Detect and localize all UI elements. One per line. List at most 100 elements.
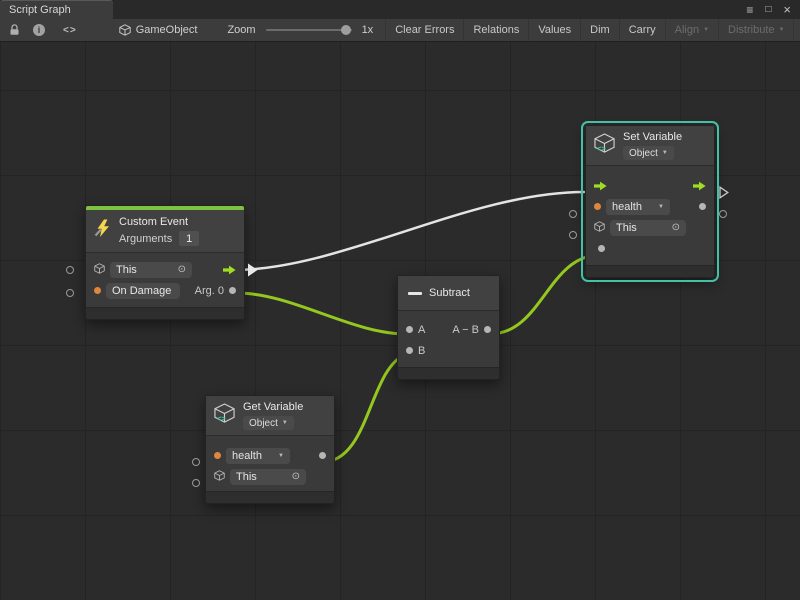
values-button[interactable]: Values: [528, 19, 580, 41]
port-ring-customevent-target[interactable]: [66, 266, 74, 274]
object-picker-icon[interactable]: ⊙: [292, 472, 300, 482]
zoom-slider-handle[interactable]: [341, 25, 351, 35]
target-object-field[interactable]: This ⊙: [610, 220, 686, 236]
input-b-port[interactable]: [406, 347, 413, 354]
port-ring-getvariable-target[interactable]: [192, 479, 200, 487]
window-menu-icon[interactable]: ≡: [746, 4, 753, 16]
output-label: A − B: [452, 324, 479, 336]
object-picker-icon[interactable]: ⊙: [672, 223, 680, 233]
relations-button[interactable]: Relations: [463, 19, 528, 41]
variable-name-dropdown[interactable]: health ▼: [226, 448, 290, 464]
svg-text:<>: <>: [217, 414, 226, 423]
carry-button[interactable]: Carry: [619, 19, 665, 41]
port-ring-getvariable-name[interactable]: [192, 458, 200, 466]
subtract-row-a: A A − B: [398, 319, 499, 340]
lock-icon[interactable]: [9, 24, 20, 36]
arg0-output-port[interactable]: [229, 287, 236, 294]
svg-text:<>: <>: [597, 144, 606, 153]
gameobject-label: GameObject: [136, 24, 198, 36]
tab-title: Script Graph: [9, 4, 71, 16]
set-variable-header[interactable]: <> Set Variable Object ▼: [586, 126, 714, 166]
window-controls: ≡ □ ×: [746, 0, 800, 19]
target-port-row: This ⊙: [586, 217, 714, 238]
value-output-port[interactable]: [319, 452, 326, 459]
graph-canvas[interactable]: Custom Event Arguments 1 This ⊙: [0, 42, 800, 600]
info-icon[interactable]: i: [33, 24, 45, 36]
subtract-row-b: B: [398, 340, 499, 361]
node-subtract[interactable]: Subtract A A − B B: [397, 275, 500, 380]
flow-out-indicator-icon[interactable]: [719, 186, 729, 199]
node-footer: [206, 491, 334, 503]
tab-script-graph[interactable]: Script Graph: [0, 0, 113, 19]
port-ring-setvariable-output[interactable]: [719, 210, 727, 218]
event-name-field[interactable]: On Damage: [106, 283, 180, 299]
graph-toolbar: i <> GameObject Zoom 1x Clear Errors Rel…: [0, 19, 800, 42]
output-port[interactable]: [484, 326, 491, 333]
variable-scope-dropdown[interactable]: Object ▼: [623, 146, 674, 160]
variable-name-row: health ▼: [206, 445, 334, 466]
value-wire-arg0-to-a[interactable]: [237, 293, 406, 334]
node-custom-event[interactable]: Custom Event Arguments 1 This ⊙: [85, 205, 245, 320]
overview-button[interactable]: Overv: [793, 19, 800, 41]
flow-wire-arrow-icon: [248, 263, 258, 277]
flow-out-arrow-icon[interactable]: [693, 181, 706, 191]
subtract-header[interactable]: Subtract: [398, 276, 499, 311]
gameobject-icon: [119, 24, 131, 36]
target-port-row: This ⊙: [206, 466, 334, 487]
value-wire-subtract-to-setvariable[interactable]: [490, 255, 600, 334]
caret-down-icon: ▼: [662, 150, 668, 156]
node-title: Subtract: [429, 287, 470, 299]
close-icon[interactable]: ×: [783, 3, 791, 16]
gameobject-cube-icon: [214, 470, 225, 484]
variable-name-row: health ▼: [586, 196, 714, 217]
flow-in-arrow-icon[interactable]: [594, 181, 607, 191]
port-ring-customevent-name[interactable]: [66, 289, 74, 297]
value-output-port[interactable]: [699, 203, 706, 210]
target-object-field[interactable]: This ⊙: [110, 262, 192, 278]
flow-port-row: [586, 175, 714, 196]
caret-down-icon: ▼: [278, 453, 284, 459]
event-name-input-port[interactable]: [94, 287, 101, 294]
get-variable-header[interactable]: <> Get Variable Object ▼: [206, 396, 334, 436]
subtract-icon: [408, 292, 422, 295]
zoom-value: 1x: [362, 24, 374, 36]
node-title: Get Variable: [243, 401, 303, 413]
input-a-label: A: [418, 324, 425, 336]
gameobject-cube-icon: [94, 263, 105, 277]
align-button[interactable]: Align▼: [665, 19, 718, 41]
zoom-slider[interactable]: [266, 29, 352, 31]
arguments-label: Arguments: [119, 233, 172, 245]
input-a-port[interactable]: [406, 326, 413, 333]
gameobject-cube-icon: [594, 221, 605, 235]
node-set-variable[interactable]: <> Set Variable Object ▼: [585, 125, 715, 278]
target-object-field[interactable]: This ⊙: [230, 469, 306, 485]
value-input-port[interactable]: [598, 245, 605, 252]
node-title: Set Variable: [623, 131, 682, 143]
distribute-button[interactable]: Distribute▼: [718, 19, 793, 41]
edit-graph-icon[interactable]: <>: [63, 25, 77, 36]
event-name-port-row: On Damage Arg. 0: [86, 280, 244, 301]
variable-cube-icon: <>: [593, 133, 616, 159]
arg0-label: Arg. 0: [195, 285, 224, 297]
port-ring-setvariable-name[interactable]: [569, 210, 577, 218]
caret-down-icon: ▼: [703, 27, 709, 33]
toolbar-buttons: Clear Errors Relations Values Dim Carry …: [385, 19, 800, 41]
tab-strip: Script Graph ≡ □ ×: [0, 0, 800, 19]
variable-name-input-port[interactable]: [214, 452, 221, 459]
object-picker-icon[interactable]: ⊙: [178, 265, 186, 275]
node-get-variable[interactable]: <> Get Variable Object ▼ health ▼: [205, 395, 335, 504]
zoom-label: Zoom: [227, 24, 255, 36]
maximize-icon[interactable]: □: [765, 5, 771, 15]
variable-name-dropdown[interactable]: health ▼: [606, 199, 670, 215]
node-footer: [586, 265, 714, 277]
flow-out-arrow-icon[interactable]: [223, 265, 236, 275]
flow-wire-customevent-to-setvariable[interactable]: [234, 192, 584, 270]
variable-name-input-port[interactable]: [594, 203, 601, 210]
clear-errors-button[interactable]: Clear Errors: [385, 19, 463, 41]
custom-event-header[interactable]: Custom Event Arguments 1: [86, 210, 244, 253]
variable-scope-dropdown[interactable]: Object ▼: [243, 416, 294, 430]
input-b-label: B: [418, 345, 425, 357]
arguments-count-field[interactable]: 1: [179, 231, 199, 246]
dim-button[interactable]: Dim: [580, 19, 619, 41]
port-ring-setvariable-target[interactable]: [569, 231, 577, 239]
